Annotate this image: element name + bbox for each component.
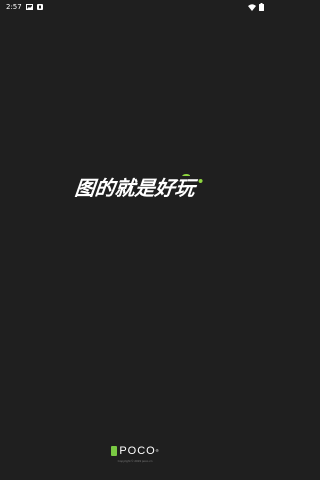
splash-slogan-container: 图的就是好玩: [0, 172, 270, 201]
brand-name: POCO®: [119, 445, 159, 457]
image-icon: [25, 4, 33, 10]
wifi-icon: [248, 3, 256, 11]
status-time: 2:57: [6, 3, 22, 11]
slogan-accent-arc: [181, 174, 191, 178]
battery-icon: [259, 3, 264, 11]
slogan-accent-dot: [198, 179, 203, 183]
brand-trademark: ®: [155, 448, 159, 453]
poco-logo: POCO®: [111, 445, 159, 457]
notification-app-icon: [36, 4, 43, 10]
status-left: 2:57: [6, 3, 43, 11]
poco-logo-mark-icon: [111, 446, 118, 456]
slogan-text: 图的就是好玩: [73, 176, 197, 200]
brand-footer: POCO® Copyright © 2019 poco.cn: [0, 446, 270, 463]
brand-name-text: POCO: [119, 445, 156, 457]
splash-slogan: 图的就是好玩: [73, 172, 203, 201]
status-bar: 2:57: [0, 0, 270, 14]
copyright-text: Copyright © 2019 poco.cn: [117, 459, 153, 463]
status-right: [248, 3, 264, 11]
